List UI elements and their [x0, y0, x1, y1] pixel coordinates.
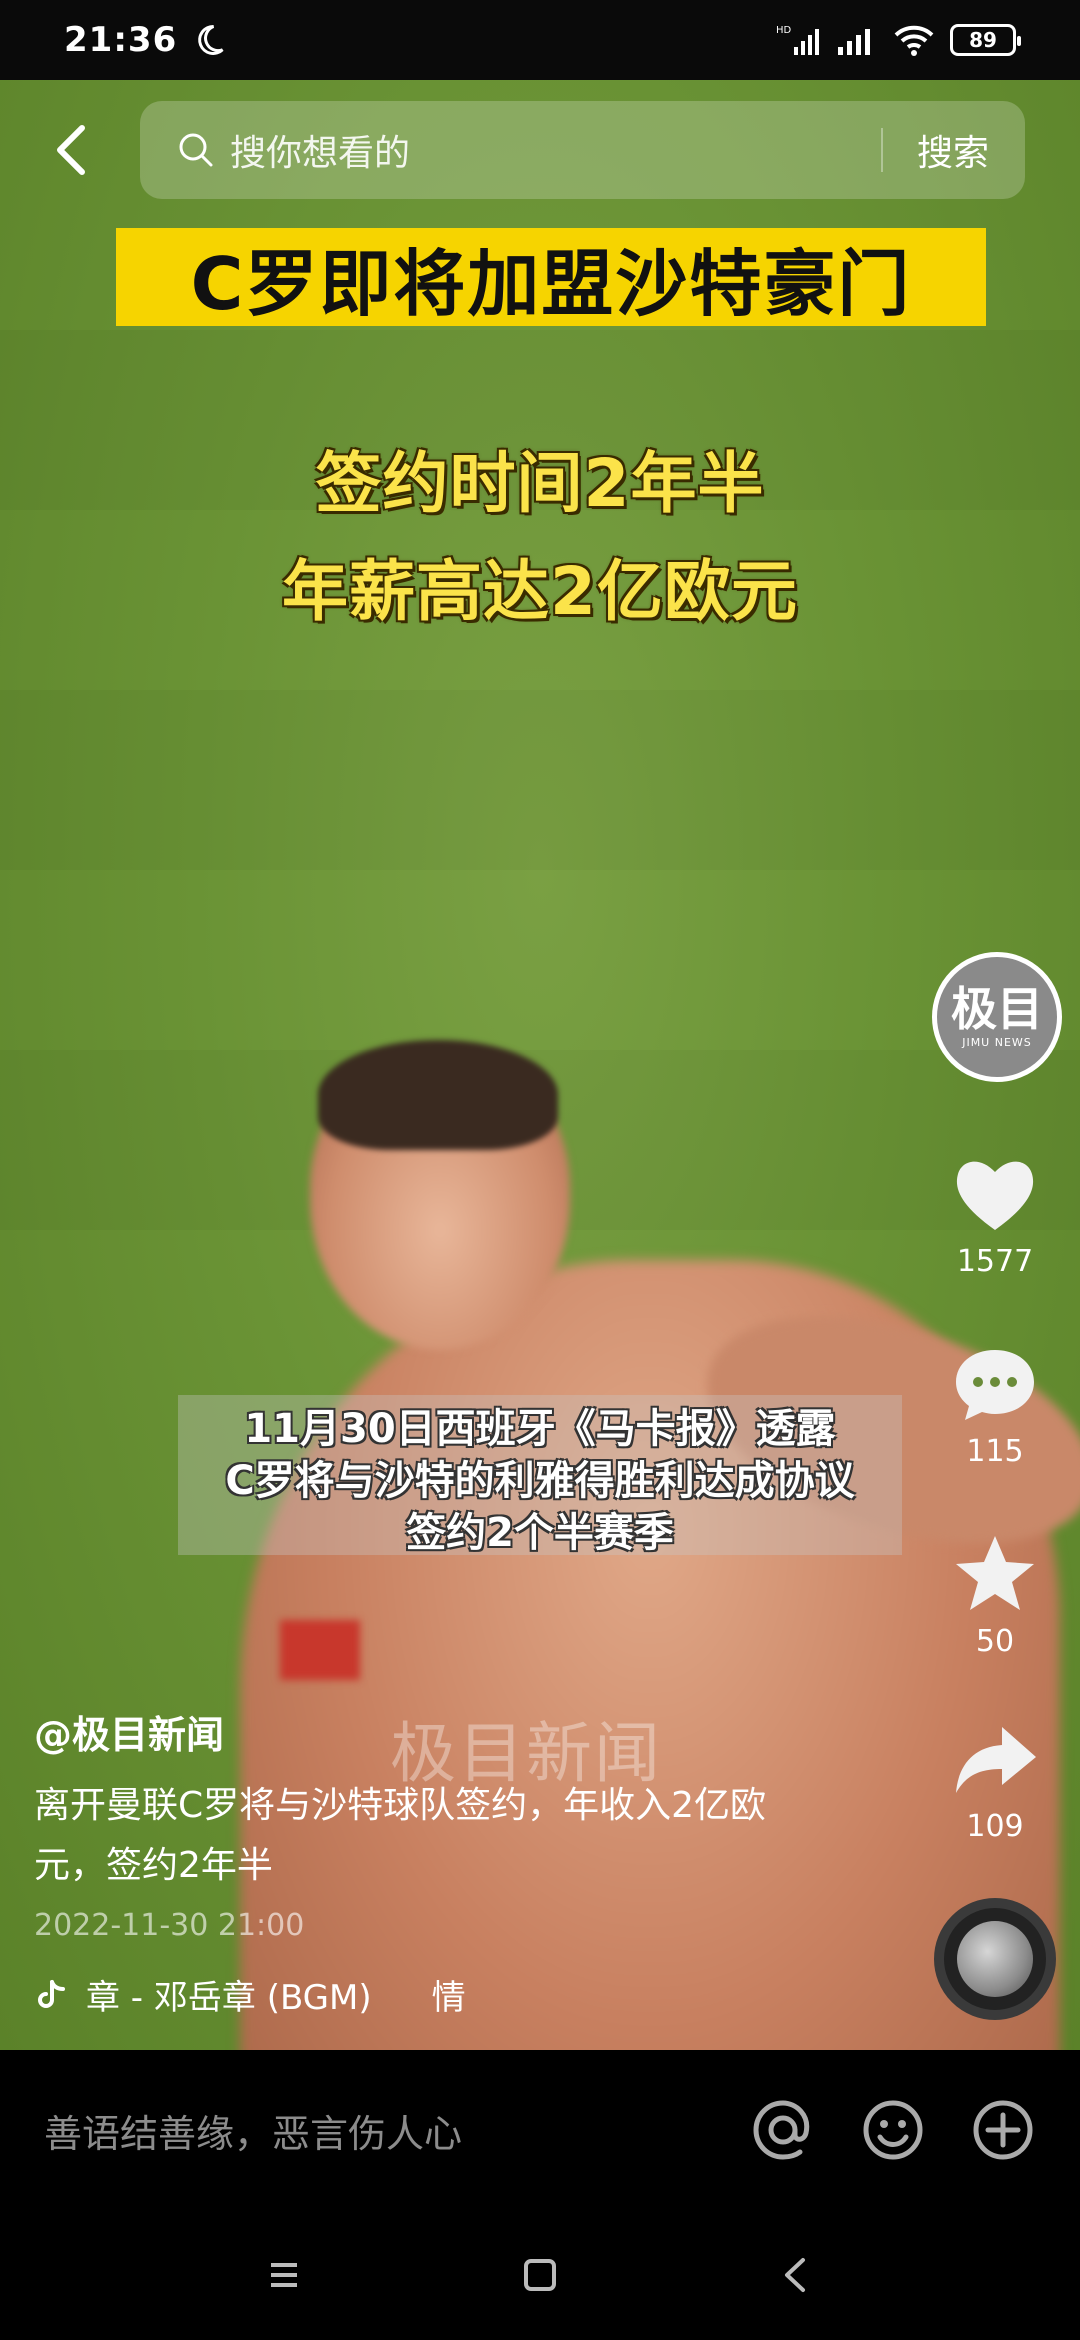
do-not-disturb-moon-icon: [198, 24, 224, 55]
status-time: 21:36: [64, 20, 178, 60]
author-name[interactable]: @极目新闻: [34, 1704, 224, 1759]
avatar-logo-text: 极目: [951, 981, 1043, 1036]
jersey-fragment: [280, 1620, 360, 1680]
account-avatar[interactable]: 极目 JIMU NEWS: [932, 952, 1062, 1082]
top-bar: 搜你想看的 搜索: [0, 95, 1080, 205]
comment-button[interactable]: 115: [930, 1340, 1060, 1469]
video-subheadline-2: 年薪高达2亿欧元: [282, 553, 798, 630]
battery-level: 89: [969, 28, 997, 52]
cell-signal-icon: [838, 29, 870, 55]
share-count: 109: [966, 1809, 1024, 1844]
music-cover-image: [957, 1921, 1033, 1997]
favorite-button[interactable]: 50: [930, 1530, 1060, 1659]
share-arrow-icon: [956, 1727, 1036, 1793]
search-divider: [880, 128, 883, 172]
post-date: 2022-11-30 21:00: [34, 1908, 305, 1943]
heart-icon: [956, 1161, 1034, 1230]
music-disc[interactable]: [934, 1898, 1056, 2020]
comment-input[interactable]: 善语结善缘，恶言伤人心: [44, 2103, 706, 2158]
search-box[interactable]: 搜你想看的 搜索: [140, 101, 1025, 199]
music-title-scroll: 情: [431, 1978, 466, 2018]
music-row[interactable]: 章 - 邓岳章 (BGM) 情: [34, 1970, 466, 2019]
caption-line-2: C罗将与沙特的利雅得胜利达成协议: [225, 1458, 855, 1504]
hd-label: HD: [776, 25, 792, 36]
video-headline: C罗即将加盟沙特豪门: [116, 228, 986, 326]
status-bar: 21:36 HD 89: [0, 0, 1080, 80]
search-button[interactable]: 搜索: [917, 124, 989, 176]
caption-line-3: 签约2个半赛季: [406, 1510, 674, 1556]
star-icon: [956, 1536, 1034, 1610]
comment-bar: 善语结善缘，恶言伤人心: [0, 2050, 1080, 2210]
hd-signal-icon: HD: [776, 25, 819, 55]
post-description: 离开曼联C罗将与沙特球队签约，年收入2亿欧元，签约2年半: [34, 1785, 767, 1886]
favorite-count: 50: [975, 1624, 1015, 1659]
home-square-icon[interactable]: [517, 2252, 563, 2298]
menu-icon[interactable]: [261, 2252, 307, 2298]
add-plus-icon[interactable]: [970, 2097, 1036, 2163]
back-triangle-icon[interactable]: [773, 2252, 819, 2298]
player-hair: [318, 1040, 558, 1150]
emoji-icon[interactable]: [860, 2097, 926, 2163]
back-button[interactable]: [0, 95, 140, 205]
like-count: 1577: [956, 1244, 1034, 1279]
back-arrow-icon: [57, 125, 85, 175]
music-title: 章 - 邓岳章 (BGM): [86, 1978, 372, 2018]
tiktok-note-icon: [38, 1979, 65, 2008]
caption-line-1: 11月30日西班牙《马卡报》透露: [244, 1406, 836, 1452]
avatar-logo-subtext: JIMU NEWS: [962, 1035, 1032, 1049]
search-input[interactable]: 搜你想看的: [230, 124, 881, 176]
system-nav-bar: [0, 2210, 1080, 2340]
grass-stripe: [0, 690, 1080, 870]
comment-bubble-icon: [956, 1350, 1034, 1420]
share-button[interactable]: 109: [930, 1715, 1060, 1844]
like-button[interactable]: 1577: [930, 1150, 1060, 1279]
battery-indicator: 89: [950, 24, 1021, 56]
video-subheadline-1: 签约时间2年半: [315, 445, 765, 522]
mention-at-icon[interactable]: [750, 2097, 816, 2163]
wifi-icon: [894, 25, 934, 56]
comment-count: 115: [966, 1434, 1024, 1469]
search-icon: [179, 133, 213, 167]
